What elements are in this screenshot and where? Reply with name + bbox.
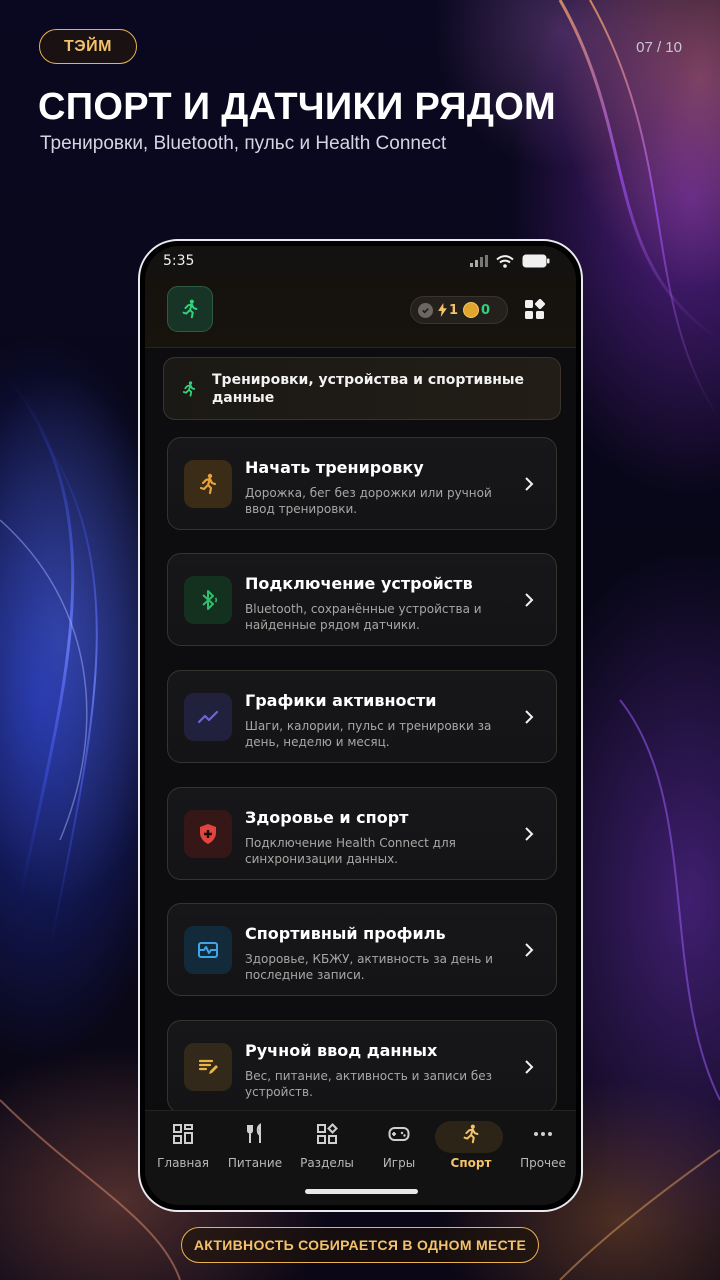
widgets-button[interactable] [523, 298, 547, 322]
fork-knife-icon [242, 1121, 268, 1147]
nav-label: Разделы [300, 1156, 354, 1170]
health-shield-icon [200, 824, 216, 844]
chevron-right-icon [525, 827, 534, 841]
nav-label: Игры [382, 1156, 416, 1170]
nav-item-sections[interactable]: Разделы [291, 1121, 363, 1177]
balance-counters[interactable]: 1 0 [410, 296, 508, 324]
coin-icon [463, 302, 480, 318]
app-header: 1 0 [145, 276, 576, 348]
phone-screen: 5:35 1 0 Тренировки, устройства и спорти… [145, 246, 576, 1205]
battery-icon [522, 254, 550, 268]
card-icon-box [184, 460, 232, 508]
card-description: Дорожка, бег без дорожки или ручной ввод… [245, 486, 492, 516]
bottom-nav: Главная Питание Разделы Игры Спорт Проче… [145, 1110, 576, 1205]
running-person-icon [199, 473, 217, 495]
gamepad-icon [386, 1121, 412, 1147]
card-icon-box [184, 576, 232, 624]
nav-label: Прочее [520, 1156, 566, 1170]
app-logo-button[interactable] [167, 286, 213, 332]
status-bar: 5:35 [145, 246, 576, 276]
chevron-right-icon [525, 477, 534, 491]
brand-badge: ТЭЙМ [39, 29, 137, 64]
manual-entry-card[interactable]: Ручной ввод данных Вес, питание, активно… [167, 1020, 557, 1113]
bluetooth-icon [202, 590, 218, 610]
more-dots-icon [530, 1121, 556, 1147]
status-icons [470, 254, 550, 268]
wifi-icon [496, 254, 514, 268]
nav-label: Спорт [450, 1156, 492, 1170]
chevron-right-icon [525, 593, 534, 607]
chevron-right-icon [525, 710, 534, 724]
card-description: Шаги, калории, пульс и тренировки за ден… [245, 719, 492, 749]
edit-note-icon [198, 1059, 218, 1074]
nav-item-more[interactable]: Прочее [507, 1121, 576, 1177]
card-title: Ручной ввод данных [245, 1041, 438, 1060]
card-description: Подключение Health Connect для синхрониз… [245, 836, 456, 866]
page-counter: 07 / 10 [636, 39, 682, 56]
running-person-icon [458, 1121, 484, 1147]
slide-subheadline: Тренировки, Bluetooth, пульс и Health Co… [40, 133, 447, 154]
energy-count: 1 [449, 302, 459, 318]
card-title: Спортивный профиль [245, 924, 446, 943]
card-icon-box [184, 693, 232, 741]
nav-label: Главная [157, 1156, 209, 1170]
card-title: Графики активности [245, 691, 437, 710]
connect-devices-card[interactable]: Подключение устройств Bluetooth, сохранё… [167, 553, 557, 646]
section-banner: Тренировки, устройства и спортивные данн… [163, 357, 561, 420]
nav-item-food[interactable]: Питание [219, 1121, 291, 1177]
dashboard-icon [170, 1121, 196, 1147]
categories-icon [314, 1121, 340, 1147]
health-sport-card[interactable]: Здоровье и спорт Подключение Health Conn… [167, 787, 557, 880]
nav-item-games[interactable]: Игры [363, 1121, 435, 1177]
running-person-icon [182, 380, 196, 397]
nav-item-sport[interactable]: Спорт [435, 1121, 507, 1177]
coin-counter: 0 [463, 302, 490, 318]
phone-frame: 5:35 1 0 Тренировки, устройства и спорти… [138, 239, 583, 1212]
trending-chart-icon [197, 710, 219, 724]
start-workout-card[interactable]: Начать тренировку Дорожка, бег без дорож… [167, 437, 557, 530]
card-icon-box [184, 1043, 232, 1091]
card-description: Здоровье, КБЖУ, активность за день и пос… [245, 952, 493, 982]
verified-icon [418, 302, 433, 318]
chevron-right-icon [525, 1060, 534, 1074]
nav-item-home[interactable]: Главная [147, 1121, 219, 1177]
coin-count: 0 [481, 302, 491, 318]
signal-icon [470, 255, 488, 267]
sport-profile-card[interactable]: Спортивный профиль Здоровье, КБЖУ, актив… [167, 903, 557, 996]
lightning-icon [438, 303, 447, 317]
card-icon-box [184, 810, 232, 858]
energy-counter: 1 [438, 303, 458, 318]
section-banner-text: Тренировки, устройства и спортивные данн… [212, 371, 525, 406]
widgets-icon [525, 299, 546, 319]
running-person-icon [182, 299, 198, 319]
chevron-right-icon [525, 943, 534, 957]
card-title: Начать тренировку [245, 458, 424, 477]
nav-label: Питание [227, 1156, 283, 1170]
status-time: 5:35 [163, 253, 195, 269]
card-title: Подключение устройств [245, 574, 473, 593]
pulse-monitor-icon [198, 942, 218, 958]
card-title: Здоровье и спорт [245, 808, 409, 827]
card-description: Вес, питание, активность и записи без ус… [245, 1069, 492, 1099]
card-icon-box [184, 926, 232, 974]
footer-tagline: АКТИВНОСТЬ СОБИРАЕТСЯ В ОДНОМ МЕСТЕ [181, 1227, 539, 1263]
home-indicator[interactable] [305, 1189, 418, 1194]
activity-charts-card[interactable]: Графики активности Шаги, калории, пульс … [167, 670, 557, 763]
slide-headline: СПОРТ И ДАТЧИКИ РЯДОМ [38, 86, 557, 128]
card-description: Bluetooth, сохранённые устройства и найд… [245, 602, 482, 632]
